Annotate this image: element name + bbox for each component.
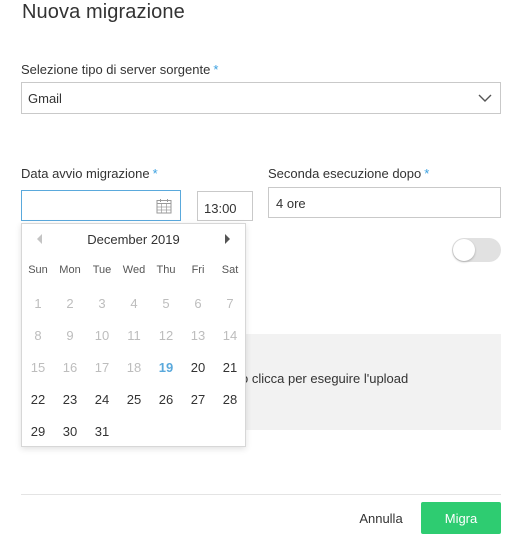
required-mark: * — [213, 62, 219, 77]
option-toggle[interactable] — [452, 238, 501, 262]
second-run-input[interactable]: 4 ore — [268, 187, 501, 218]
weekday-label: Thu — [156, 264, 176, 276]
source-server-value: Gmail — [28, 91, 62, 106]
weekday-label: Fri — [191, 264, 205, 276]
calendar-day[interactable]: 26 — [150, 392, 182, 407]
cancel-button[interactable]: Annulla — [352, 503, 410, 533]
calendar-day: 13 — [190, 328, 206, 343]
second-run-value: 4 ore — [276, 196, 306, 211]
source-label: Selezione tipo di server sorgente * — [21, 62, 218, 77]
dialog-title: Nuova migrazione — [22, 1, 185, 23]
calendar-day[interactable]: 29 — [22, 424, 54, 439]
calendar-day[interactable]: 28 — [214, 392, 246, 407]
calendar-day: 3 — [98, 296, 106, 311]
calendar-day: 10 — [94, 328, 110, 343]
calendar-day[interactable]: 30 — [54, 424, 86, 439]
calendar-day: 12 — [158, 328, 174, 343]
calendar-day: 18 — [126, 360, 142, 375]
start-time-input[interactable]: 13:00 — [197, 191, 253, 221]
calendar-day: 2 — [66, 296, 74, 311]
next-month-icon[interactable] — [221, 233, 233, 245]
calendar-day[interactable]: 25 — [118, 392, 150, 407]
calendar-day: 6 — [194, 296, 202, 311]
calendar-day[interactable]: 20 — [182, 360, 214, 375]
calendar-day: 17 — [94, 360, 110, 375]
calendar-day: 9 — [66, 328, 74, 343]
second-run-label: Seconda esecuzione dopo * — [268, 166, 429, 181]
start-date-label: Data avvio migrazione * — [21, 166, 158, 181]
weekday-label: Wed — [122, 264, 146, 276]
required-mark: * — [424, 166, 430, 181]
calendar-day[interactable]: 23 — [54, 392, 86, 407]
calendar-day[interactable]: 24 — [86, 392, 118, 407]
start-date-input[interactable] — [21, 190, 181, 221]
weekday-label: Tue — [92, 264, 112, 276]
calendar-day[interactable]: 21 — [214, 360, 246, 375]
calendar-day: 15 — [30, 360, 46, 375]
source-server-select[interactable]: Gmail — [21, 82, 501, 114]
date-picker-header: December 2019 — [22, 224, 245, 254]
toggle-knob — [453, 239, 475, 261]
calendar-day[interactable]: 19 — [150, 360, 182, 375]
calendar-day: 7 — [226, 296, 234, 311]
weekday-label: Sun — [28, 264, 48, 276]
start-date-label-text: Data avvio migrazione — [21, 166, 150, 181]
calendar-day[interactable]: 31 — [86, 424, 118, 439]
weekday-label: Sat — [221, 264, 239, 276]
calendar-day: 8 — [34, 328, 42, 343]
calendar-day: 16 — [62, 360, 78, 375]
chevron-down-icon — [478, 94, 492, 102]
weekday-label: Mon — [59, 264, 81, 276]
calendar-day: 5 — [162, 296, 170, 311]
second-run-label-text: Seconda esecuzione dopo — [268, 166, 422, 181]
calendar-day: 4 — [130, 296, 138, 311]
date-picker-popup: December 2019 Sun Mon Tue Wed Thu Fri Sat 1 2 3 4 5… — [21, 223, 246, 447]
calendar-day: 11 — [127, 328, 141, 343]
start-time-value: 13:00 — [204, 201, 237, 216]
calendar-day: 14 — [222, 328, 238, 343]
upload-text: o clicca per eseguire l'upload — [241, 371, 409, 386]
migrate-button[interactable]: Migra — [421, 502, 501, 534]
required-mark: * — [152, 166, 158, 181]
calendar-day[interactable]: 27 — [182, 392, 214, 407]
calendar-day[interactable]: 22 — [22, 392, 54, 407]
footer-divider — [21, 494, 501, 495]
calendar-icon[interactable] — [156, 198, 172, 214]
source-label-text: Selezione tipo di server sorgente — [21, 62, 211, 77]
calendar-month-label: December 2019 — [87, 232, 180, 247]
calendar-day: 1 — [34, 296, 42, 311]
